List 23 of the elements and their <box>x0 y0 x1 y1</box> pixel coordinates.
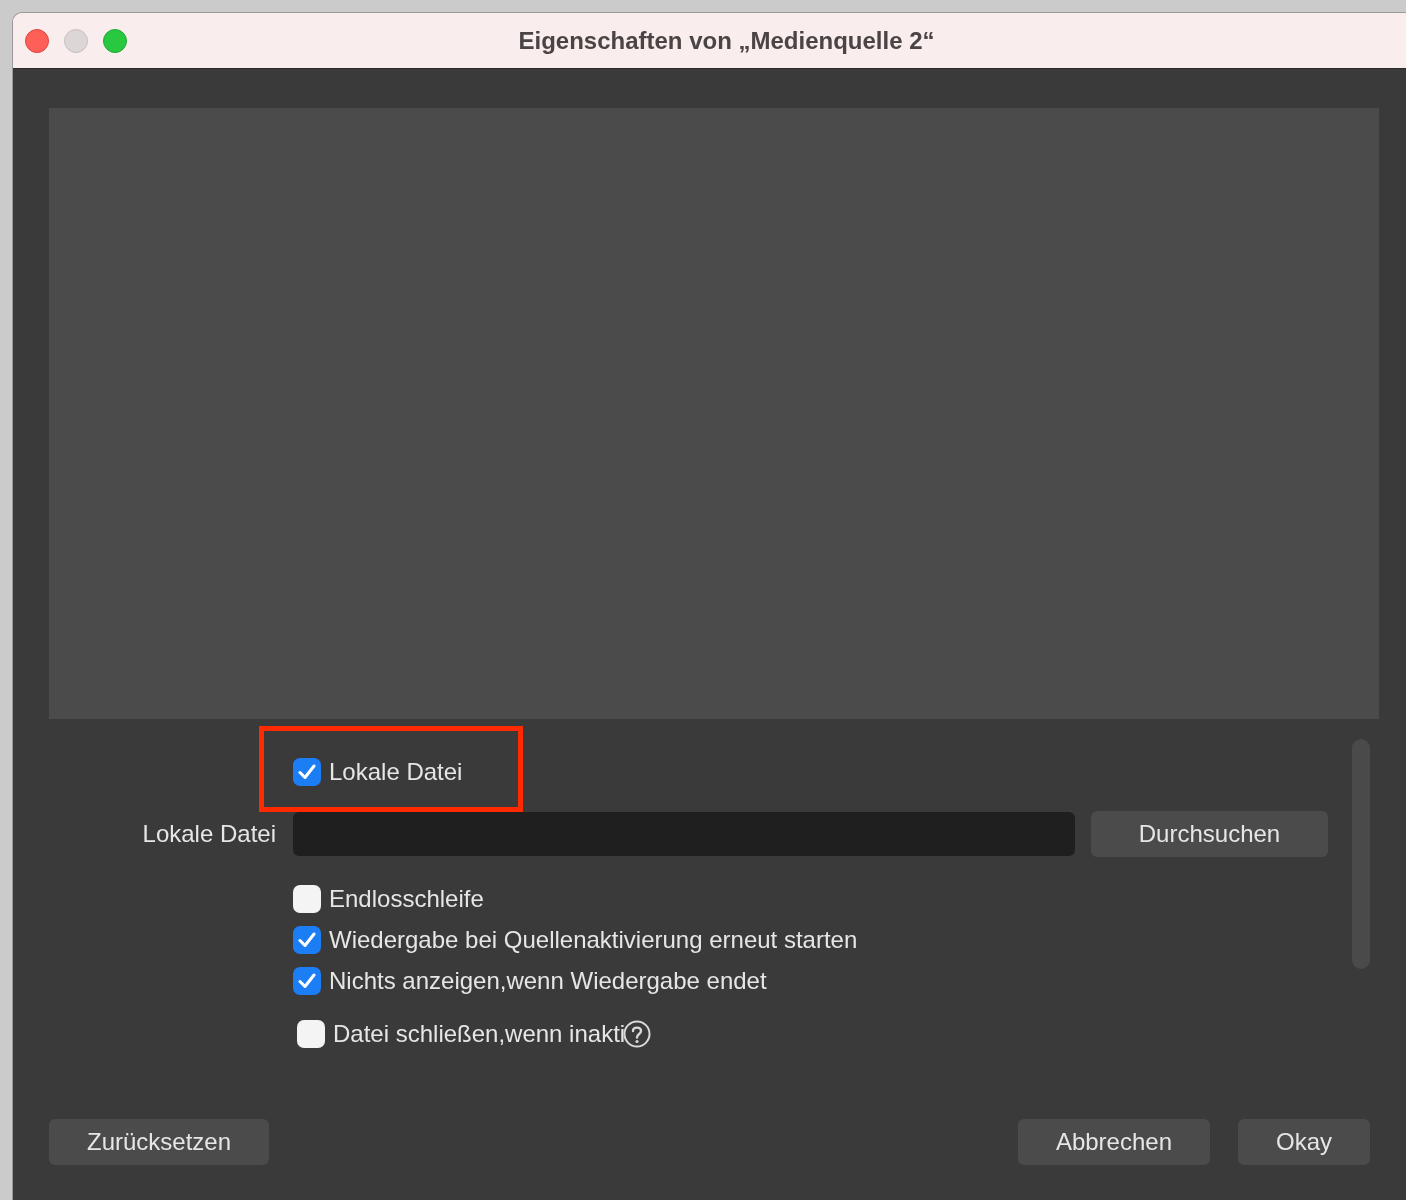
close-button[interactable] <box>25 28 49 53</box>
checkbox[interactable] <box>293 967 321 995</box>
window-title: Eigenschaften von „Medienquelle 2“ <box>517 25 935 56</box>
checkbox[interactable] <box>293 926 321 954</box>
checkbox[interactable] <box>293 885 321 913</box>
dialog-button[interactable]: Okay <box>1238 1119 1370 1165</box>
checkbox[interactable] <box>293 758 321 786</box>
checkmark-icon <box>298 973 316 989</box>
checkbox[interactable] <box>297 1020 325 1048</box>
checkbox-label: Datei schließen,wenn inakti <box>333 1020 626 1048</box>
checkbox-label: Lokale Datei <box>329 758 463 786</box>
zoom-button[interactable] <box>103 28 127 53</box>
help-icon[interactable] <box>623 1020 652 1048</box>
checkmark-icon <box>298 764 316 780</box>
checkbox-label: Endlosschleife <box>329 885 484 913</box>
checkbox-label: Wiedergabe bei Quellenaktivierung erneut starten <box>329 926 858 954</box>
dialog-button[interactable]: Abbrechen <box>1017 1119 1210 1165</box>
checkbox-label: Nichts anzeigen,wenn Wiedergabe endet <box>329 967 767 995</box>
file-path-field[interactable] <box>293 812 1075 856</box>
checkmark-icon <box>298 932 316 948</box>
browse-button[interactable]: Durchsuchen <box>1091 811 1328 857</box>
field-label: Lokale Datei <box>142 819 276 849</box>
dialog-button[interactable]: Zurücksetzen <box>49 1119 270 1165</box>
